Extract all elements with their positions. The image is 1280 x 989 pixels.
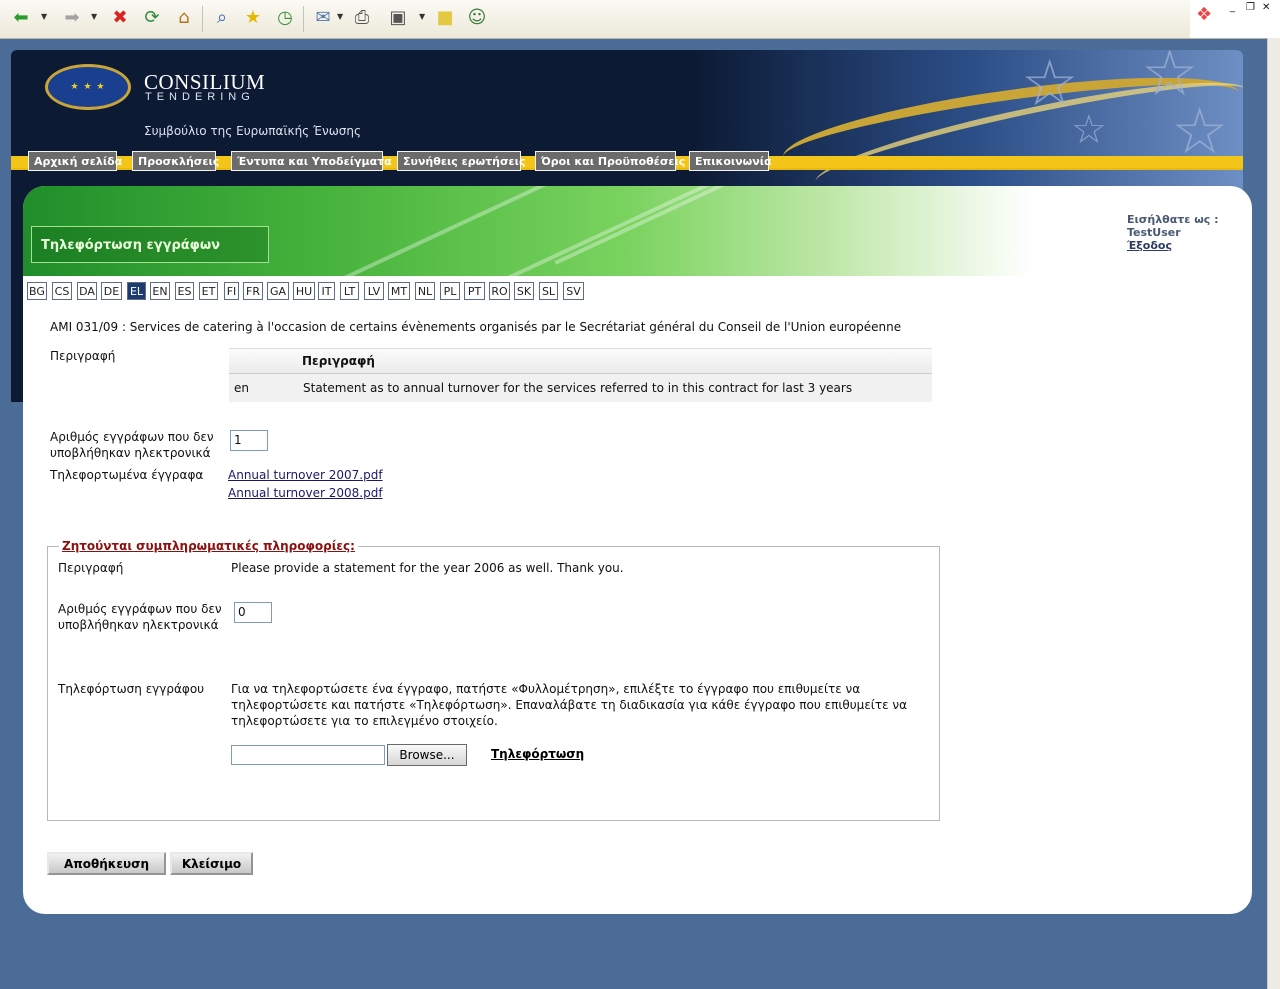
lang-hu[interactable]: HU <box>293 282 315 300</box>
lang-fi[interactable]: FI <box>224 282 239 300</box>
lang-lt[interactable]: LT <box>340 282 359 300</box>
eu-flag-logo[interactable]: ★ ★ ★ <box>45 64 131 110</box>
tender-title: AMI 031/09 : Services de catering à l'oc… <box>50 320 902 334</box>
content-panel: Τηλεφόρτωση εγγράφων Εισήλθατε ως : Test… <box>23 186 1252 914</box>
nav-forms[interactable]: Έντυπα και Υποδείγματα <box>231 151 392 171</box>
additional-info-legend: Ζητούνται συμπληρωματικές πληροφορίες: <box>59 539 358 553</box>
lang-de[interactable]: DE <box>101 282 122 300</box>
toolbar-separator <box>202 6 203 32</box>
lang-lv[interactable]: LV <box>364 282 384 300</box>
nav-calls[interactable]: Προσκλήσεις <box>132 151 219 171</box>
windows-logo-icon: ❖ <box>1196 4 1213 25</box>
star-icon: ☆ <box>1021 50 1079 121</box>
upload-document-label: Τηλεφόρτωση εγγράφου <box>58 682 205 696</box>
page-title: Τηλεφόρτωση εγγράφων <box>31 226 269 263</box>
additional-description-label: Περιγραφή <box>58 561 124 575</box>
stop-icon[interactable]: ✖ <box>108 6 132 30</box>
table-header-row: Περιγραφή <box>229 348 932 374</box>
refresh-icon[interactable]: ⟳ <box>140 6 164 30</box>
lang-da[interactable]: DA <box>77 282 97 300</box>
council-name: Συμβούλιο της Ευρωπαϊκής Ένωσης <box>144 124 361 138</box>
not-submitted-count-input[interactable]: 1 <box>230 430 268 451</box>
table-cell-lang: en <box>234 381 249 395</box>
lang-cs[interactable]: CS <box>52 282 72 300</box>
upload-link[interactable]: Τηλεφόρτωση <box>491 747 584 761</box>
window-controls: ❖ _ ❐ ✕ <box>1190 0 1280 38</box>
star-icon: ☆ <box>1171 95 1229 169</box>
additional-not-submitted-label: Αριθμός εγγράφων που δεν υποβλήθηκαν ηλε… <box>58 602 222 632</box>
lang-sl[interactable]: SL <box>539 282 558 300</box>
nav-faq[interactable]: Συνήθεις ερωτήσεις <box>397 151 526 171</box>
banner-streak <box>336 186 610 284</box>
description-label: Περιγραφή <box>50 349 116 363</box>
edit-page-icon[interactable]: ▣ <box>386 6 410 30</box>
uploaded-docs-label: Τηλεφορτωμένα έγγραφα <box>50 468 204 482</box>
history-icon[interactable]: ◷ <box>273 6 297 30</box>
lang-el[interactable]: EL <box>127 282 146 300</box>
mail-dropdown-icon[interactable]: ▼ <box>337 12 343 21</box>
lang-mt[interactable]: MT <box>388 282 410 300</box>
close-window-icon[interactable]: ✕ <box>1262 2 1270 13</box>
description-table: Περιγραφή en Statement as to annual turn… <box>229 348 932 402</box>
mail-icon[interactable]: ✉ <box>311 6 335 30</box>
back-dropdown-icon[interactable]: ▼ <box>41 12 47 21</box>
logout-link[interactable]: Έξοδος <box>1127 239 1172 252</box>
messenger-icon[interactable]: ☺ <box>465 6 489 30</box>
star-icon: ☆ <box>1071 107 1107 153</box>
logged-in-label: Εισήλθατε ως : <box>1127 213 1219 226</box>
lang-pt[interactable]: PT <box>464 282 485 300</box>
lang-en[interactable]: EN <box>150 282 170 300</box>
lang-ro[interactable]: RO <box>489 282 510 300</box>
vertical-scrollbar[interactable] <box>1267 38 1280 989</box>
save-button[interactable]: Αποθήκευση <box>47 852 166 875</box>
lang-ga[interactable]: GA <box>267 282 289 300</box>
forward-dropdown-icon[interactable]: ▼ <box>91 12 97 21</box>
edit-dropdown-icon[interactable]: ▼ <box>419 12 425 21</box>
minimize-icon[interactable]: _ <box>1230 2 1235 13</box>
back-icon[interactable]: ⬅ <box>9 6 33 30</box>
table-row: en Statement as to annual turnover for t… <box>229 374 932 402</box>
lang-pl[interactable]: PL <box>440 282 460 300</box>
table-cell-description: Statement as to annual turnover for the … <box>303 381 853 395</box>
lang-fr[interactable]: FR <box>243 282 263 300</box>
file-path-input[interactable] <box>231 745 385 765</box>
search-icon[interactable]: ⌕ <box>210 6 234 30</box>
uploaded-file-link[interactable]: Annual turnover 2008.pdf <box>228 486 383 500</box>
upload-help-text: Για να τηλεφορτώσετε ένα έγγραφο, πατήστ… <box>231 682 908 728</box>
lang-bg[interactable]: BG <box>27 282 47 300</box>
lang-sk[interactable]: SK <box>514 282 534 300</box>
lang-it[interactable]: IT <box>318 282 335 300</box>
close-button[interactable]: Κλείσιμο <box>170 852 253 875</box>
browser-toolbar: ⬅ ▼ ➡ ▼ ✖ ⟳ ⌂ ⌕ ★ ◷ ✉ ▼ ⎙ ▣ ▼ ■ ☺ <box>0 0 1268 39</box>
favorites-star-icon[interactable]: ★ <box>241 6 265 30</box>
additional-not-submitted-input[interactable]: 0 <box>234 602 272 623</box>
uploaded-file-link[interactable]: Annual turnover 2007.pdf <box>228 468 383 482</box>
nav-contact[interactable]: Επικοινωνία <box>689 151 772 171</box>
lang-sv[interactable]: SV <box>563 282 584 300</box>
home-icon[interactable]: ⌂ <box>172 6 196 30</box>
brand-subtitle: TENDERING <box>145 91 255 103</box>
print-icon[interactable]: ⎙ <box>350 6 374 30</box>
lang-nl[interactable]: NL <box>415 282 435 300</box>
additional-description-text: Please provide a statement for the year … <box>231 561 624 575</box>
note-icon[interactable]: ■ <box>433 6 457 30</box>
not-submitted-label: Αριθμός εγγράφων που δεν υποβλήθηκαν ηλε… <box>50 430 214 460</box>
nav-terms[interactable]: Όροι και Προϋποθέσεις <box>535 151 685 171</box>
nav-home[interactable]: Αρχική σελίδα <box>28 151 122 171</box>
forward-icon[interactable]: ➡ <box>60 6 84 30</box>
lang-et[interactable]: ET <box>199 282 218 300</box>
user-info: Εισήλθατε ως : TestUser Έξοδος <box>1127 213 1219 252</box>
browse-button[interactable]: Browse... <box>387 744 467 766</box>
lang-es[interactable]: ES <box>175 282 194 300</box>
table-header-description: Περιγραφή <box>302 354 375 368</box>
username: TestUser <box>1127 226 1181 239</box>
toolbar-separator <box>303 6 304 32</box>
restore-icon[interactable]: ❐ <box>1246 2 1255 13</box>
